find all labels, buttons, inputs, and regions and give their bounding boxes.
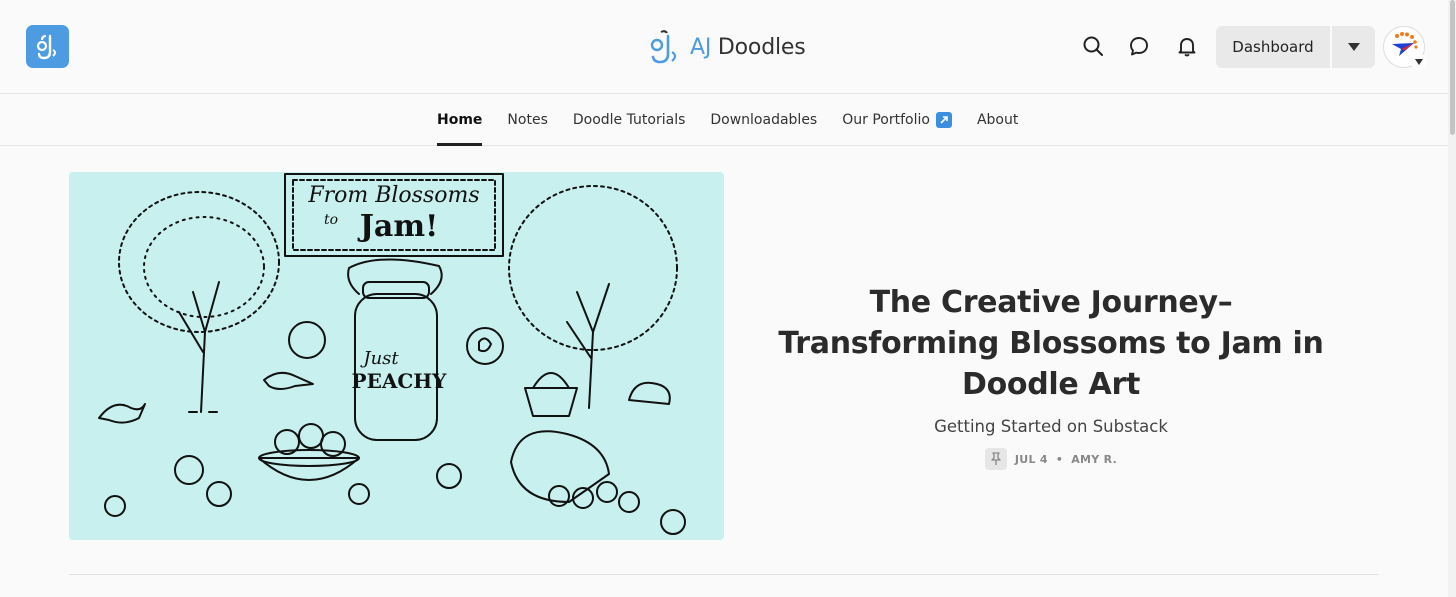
nav-item-home[interactable]: Home (437, 95, 483, 146)
aj-logo-icon (650, 30, 677, 64)
main-nav: Home Notes Doodle Tutorials Downloadable… (0, 95, 1448, 146)
dashboard-menu-button[interactable] (1332, 26, 1375, 68)
jar-logo-icon (36, 34, 56, 59)
banner-line-2: to (324, 212, 338, 228)
nav-item-our-portfolio[interactable]: Our Portfolio (842, 95, 952, 145)
meta-separator: • (1055, 452, 1064, 466)
dashboard-group: Dashboard (1216, 26, 1375, 68)
nav-item-about[interactable]: About (977, 95, 1018, 145)
scrollbar-thumb[interactable] (1450, 0, 1455, 135)
search-icon (1083, 36, 1103, 56)
jar-line-2: PEACHY (352, 369, 448, 393)
banner-line-1: From Blossoms (307, 183, 479, 208)
avatar-menu-caret[interactable] (1411, 54, 1427, 70)
caret-down-icon (1347, 43, 1360, 51)
nav-item-notes[interactable]: Notes (507, 95, 547, 145)
post-subtitle: Getting Started on Substack (934, 417, 1168, 436)
search-button[interactable] (1080, 33, 1106, 59)
post-date: JUL 4 (1014, 452, 1048, 466)
post-author[interactable]: AMY R. (1071, 453, 1117, 466)
nav-item-downloadables[interactable]: Downloadables (710, 95, 817, 145)
pin-icon (984, 448, 1007, 470)
brand-name: AJ Doodles (690, 34, 806, 60)
top-header: AJ Doodles Dashboard (0, 0, 1456, 94)
notifications-button[interactable] (1174, 33, 1200, 59)
post-hero-text: The Creative Journey–Transforming Blosso… (760, 282, 1342, 470)
nav-item-doodle-tutorials[interactable]: Doodle Tutorials (573, 95, 686, 145)
nav-item-label: Our Portfolio (842, 112, 930, 128)
banner-line-3: Jam! (357, 209, 439, 244)
doodle-illustration: From Blossoms to Jam! Just PEACHY (98, 173, 686, 535)
post-cover-image[interactable]: From Blossoms to Jam! Just PEACHY (69, 172, 724, 540)
external-link-icon (935, 112, 952, 128)
post-meta: JUL 4 • AMY R. (760, 448, 1342, 470)
chat-button[interactable] (1126, 33, 1152, 59)
caret-down-icon (1415, 59, 1423, 65)
brand-logo[interactable]: AJ Doodles (648, 26, 806, 68)
chat-bubble-icon (1130, 37, 1148, 56)
section-divider (69, 574, 1378, 575)
post-title[interactable]: The Creative Journey–Transforming Blosso… (760, 282, 1342, 405)
jar-line-1: Just (359, 348, 399, 369)
bell-icon (1178, 38, 1196, 57)
publication-app-icon[interactable] (26, 25, 69, 68)
dashboard-button[interactable]: Dashboard (1216, 26, 1330, 68)
